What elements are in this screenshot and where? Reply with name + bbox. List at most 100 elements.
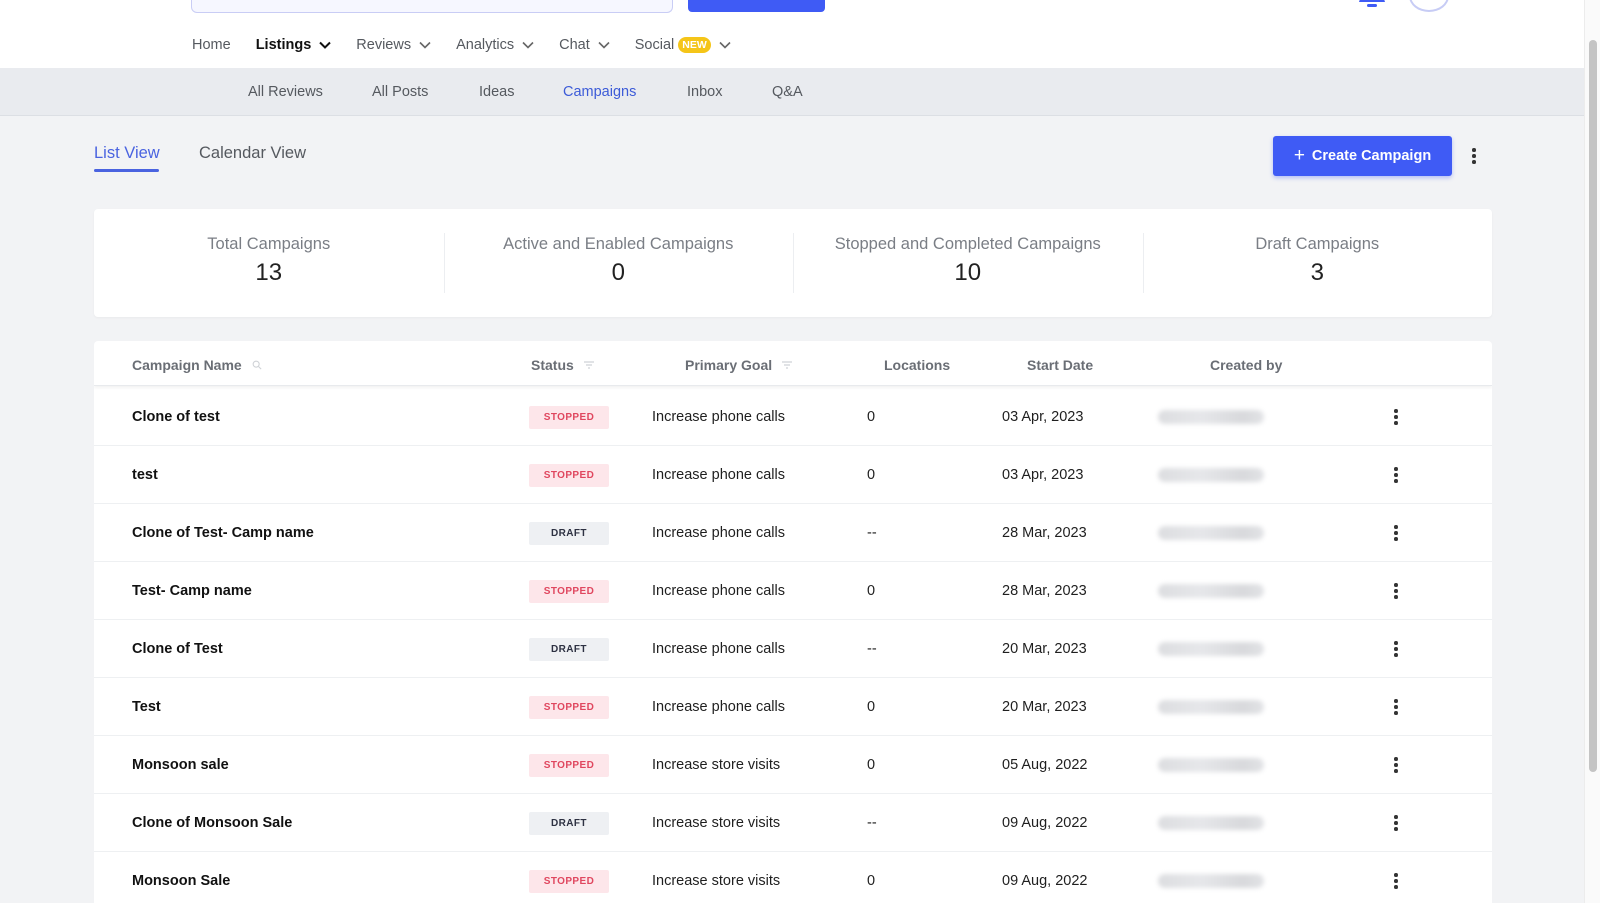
row-actions	[1388, 678, 1404, 736]
more-options-icon[interactable]	[1388, 523, 1404, 543]
nav-social[interactable]: Social NEW	[635, 37, 731, 53]
more-options-icon[interactable]	[1388, 813, 1404, 833]
column-primary-goal[interactable]: Primary Goal	[685, 357, 793, 373]
locations-count: 0	[867, 699, 876, 715]
scrollbar[interactable]	[1584, 0, 1600, 903]
more-options-icon[interactable]	[1388, 407, 1404, 427]
column-campaign-name[interactable]: Campaign Name	[132, 357, 263, 373]
column-created-by[interactable]: Created by	[1210, 357, 1282, 373]
status-cell: STOPPED	[529, 388, 609, 446]
start-date: 03 Apr, 2023	[1002, 409, 1084, 425]
primary-goal: Increase store visits	[652, 873, 781, 889]
row-actions	[1388, 446, 1404, 504]
create-campaign-button[interactable]: + Create Campaign	[1273, 136, 1452, 176]
status-badge: STOPPED	[529, 405, 609, 429]
status-cell: DRAFT	[529, 794, 609, 852]
nav-listings[interactable]: Listings	[256, 37, 332, 53]
locations-count: 0	[867, 873, 876, 889]
primary-goal: Increase phone calls	[652, 641, 785, 657]
search-input[interactable]	[191, 0, 673, 13]
table-row[interactable]: Clone of Test DRAFT Increase phone calls --…	[94, 620, 1492, 678]
column-label: Status	[531, 357, 574, 373]
nav-home[interactable]: Home	[192, 37, 231, 53]
stat-label: Total Campaigns	[207, 235, 331, 253]
subnav-all-posts[interactable]: All Posts	[372, 84, 428, 100]
search-button[interactable]	[688, 0, 825, 12]
status-badge: STOPPED	[529, 753, 609, 777]
status-cell: STOPPED	[529, 678, 609, 736]
column-label: Start Date	[1027, 357, 1094, 373]
table-row[interactable]: Monsoon sale STOPPED Increase store visits…	[94, 736, 1492, 794]
column-start-date[interactable]: Start Date	[1027, 357, 1093, 373]
table-row[interactable]: Clone of Test- Camp name DRAFT Increase ph…	[94, 504, 1492, 562]
stat-total-campaigns: Total Campaigns 13	[94, 209, 444, 317]
more-options-icon[interactable]	[1388, 639, 1404, 659]
row-actions	[1388, 562, 1404, 620]
column-locations[interactable]: Locations	[884, 357, 950, 373]
column-status[interactable]: Status	[531, 357, 595, 373]
more-options-icon[interactable]	[1388, 697, 1404, 717]
chevron-down-icon	[598, 41, 610, 49]
locations-count: --	[867, 815, 877, 831]
subnav-inbox[interactable]: Inbox	[687, 84, 722, 100]
primary-goal: Increase phone calls	[652, 467, 785, 483]
subnav-campaigns[interactable]: Campaigns	[563, 84, 636, 100]
primary-goal: Increase store visits	[652, 815, 781, 831]
table-row[interactable]: Clone of Monsoon Sale DRAFT Increase store…	[94, 794, 1492, 852]
table-row[interactable]: Test- Camp name STOPPED Increase phone cal…	[94, 562, 1492, 620]
scrollbar-thumb[interactable]	[1589, 40, 1597, 772]
campaign-name[interactable]: Clone of Monsoon Sale	[132, 794, 292, 852]
filter-icon[interactable]	[583, 360, 595, 370]
campaign-name[interactable]: Clone of Test	[132, 620, 223, 678]
search-icon[interactable]	[251, 360, 263, 370]
table-row[interactable]: test STOPPED Increase phone calls 0 03 Apr, …	[94, 446, 1492, 504]
nav-analytics-label: Analytics	[456, 37, 515, 53]
status-badge: STOPPED	[529, 695, 609, 719]
status-badge: STOPPED	[529, 579, 609, 603]
bell-icon[interactable]	[1358, 0, 1386, 8]
campaign-name[interactable]: Monsoon Sale	[132, 852, 230, 903]
more-options-icon[interactable]	[1388, 581, 1404, 601]
created-by	[1158, 678, 1264, 736]
campaign-name[interactable]: Test- Camp name	[132, 562, 252, 620]
table-header: Campaign Name Status Primary Goal Locati…	[94, 341, 1492, 386]
subnav-ideas[interactable]: Ideas	[479, 84, 514, 100]
nav-analytics[interactable]: Analytics	[456, 37, 534, 53]
primary-goal: Increase phone calls	[652, 409, 785, 425]
subnav-qa[interactable]: Q&A	[772, 84, 803, 100]
campaign-name[interactable]: Clone of test	[132, 388, 220, 446]
more-options-icon[interactable]	[1388, 465, 1404, 485]
start-date: 09 Aug, 2022	[1002, 815, 1088, 831]
nav-chat[interactable]: Chat	[559, 37, 610, 53]
status-badge: DRAFT	[529, 637, 609, 661]
stat-draft-campaigns: Draft Campaigns 3	[1142, 209, 1493, 317]
created-by	[1158, 504, 1264, 562]
avatar[interactable]	[1409, 0, 1449, 12]
start-date: 28 Mar, 2023	[1002, 525, 1087, 541]
locations-count: 0	[867, 409, 876, 425]
subnav-all-reviews[interactable]: All Reviews	[248, 84, 323, 100]
stat-value: 3	[1310, 259, 1324, 286]
tab-list-view[interactable]: List View	[94, 144, 160, 163]
column-label: Primary Goal	[685, 357, 773, 373]
redacted-name	[1158, 874, 1264, 888]
chevron-down-icon	[719, 41, 731, 49]
more-options-icon[interactable]	[1466, 146, 1482, 166]
campaign-name[interactable]: Monsoon sale	[132, 736, 229, 794]
filter-icon[interactable]	[781, 360, 793, 370]
table-row[interactable]: Clone of test STOPPED Increase phone calls…	[94, 388, 1492, 446]
more-options-icon[interactable]	[1388, 871, 1404, 891]
table-row[interactable]: Test STOPPED Increase phone calls 0 20 Mar, …	[94, 678, 1492, 736]
campaign-name[interactable]: Clone of Test- Camp name	[132, 504, 314, 562]
campaign-name[interactable]: Test	[132, 678, 161, 736]
stat-label: Stopped and Completed Campaigns	[834, 235, 1101, 253]
more-options-icon[interactable]	[1388, 755, 1404, 775]
primary-goal: Increase phone calls	[652, 699, 785, 715]
campaign-name[interactable]: test	[132, 446, 158, 504]
created-by	[1158, 852, 1264, 903]
nav-reviews[interactable]: Reviews	[356, 37, 431, 53]
tab-calendar-view[interactable]: Calendar View	[199, 144, 306, 163]
table-row[interactable]: Monsoon Sale STOPPED Increase store visits…	[94, 852, 1492, 903]
row-actions	[1388, 736, 1404, 794]
nav-chat-label: Chat	[559, 37, 590, 53]
